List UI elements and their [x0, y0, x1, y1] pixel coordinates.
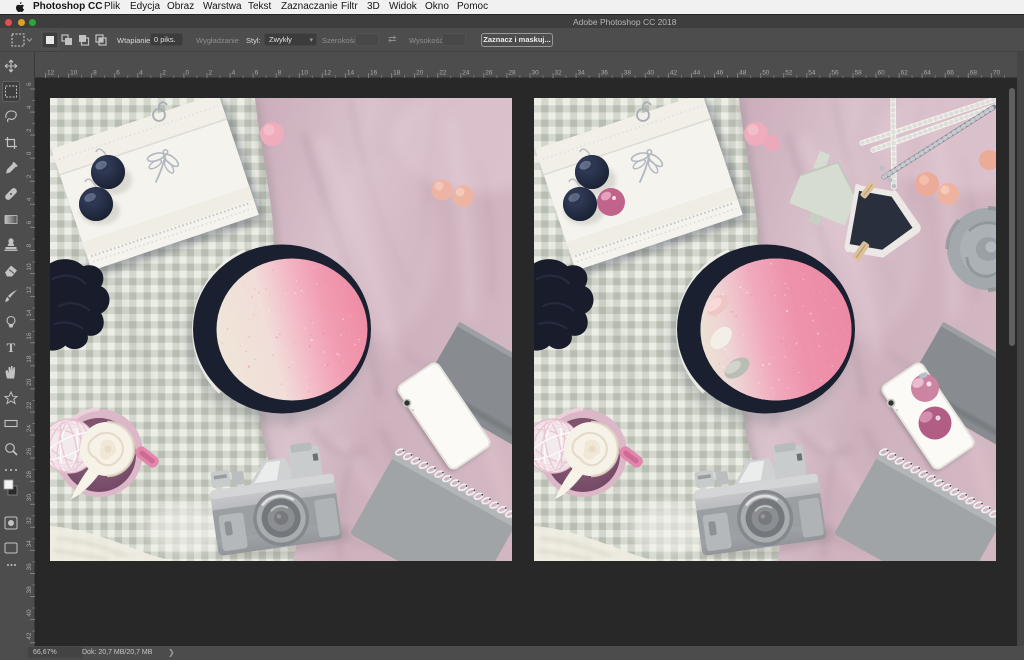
svg-text:18: 18 [393, 70, 401, 77]
svg-text:36: 36 [601, 70, 609, 77]
svg-text:10: 10 [301, 70, 309, 77]
svg-text:4: 4 [232, 70, 236, 77]
svg-text:2: 2 [209, 70, 213, 77]
svg-text:28: 28 [26, 471, 33, 479]
svg-text:42: 42 [670, 70, 678, 77]
svg-text:38: 38 [624, 70, 632, 77]
svg-text:12: 12 [26, 286, 33, 294]
svg-text:2: 2 [26, 174, 33, 178]
svg-text:42: 42 [26, 632, 33, 640]
svg-text:48: 48 [739, 70, 747, 77]
svg-text:22: 22 [439, 70, 447, 77]
svg-text:16: 16 [26, 332, 33, 340]
svg-text:30: 30 [532, 70, 540, 77]
svg-text:8: 8 [278, 70, 282, 77]
svg-text:4: 4 [139, 70, 143, 77]
svg-text:12: 12 [47, 70, 55, 77]
svg-text:2: 2 [26, 128, 33, 132]
svg-text:60: 60 [878, 70, 886, 77]
svg-text:40: 40 [647, 70, 655, 77]
svg-text:12: 12 [324, 70, 332, 77]
svg-text:52: 52 [785, 70, 793, 77]
svg-text:64: 64 [924, 70, 932, 77]
svg-text:30: 30 [26, 494, 33, 502]
svg-text:24: 24 [462, 70, 470, 77]
svg-text:20: 20 [416, 70, 424, 77]
svg-text:62: 62 [901, 70, 909, 77]
svg-text:10: 10 [70, 70, 78, 77]
svg-text:50: 50 [762, 70, 770, 77]
svg-text:6: 6 [116, 70, 120, 77]
svg-text:2: 2 [162, 70, 166, 77]
svg-text:14: 14 [26, 309, 33, 317]
svg-text:8: 8 [93, 70, 97, 77]
svg-text:T: T [7, 340, 16, 355]
svg-text:58: 58 [855, 70, 863, 77]
svg-text:26: 26 [26, 447, 33, 455]
svg-text:68: 68 [970, 70, 978, 77]
svg-text:32: 32 [26, 517, 33, 525]
svg-text:66: 66 [947, 70, 955, 77]
svg-text:32: 32 [555, 70, 563, 77]
svg-text:16: 16 [370, 70, 378, 77]
svg-text:22: 22 [26, 401, 33, 409]
svg-text:0: 0 [26, 151, 33, 155]
svg-text:0: 0 [185, 70, 189, 77]
svg-text:56: 56 [831, 70, 839, 77]
svg-text:24: 24 [26, 424, 33, 432]
svg-text:14: 14 [347, 70, 355, 77]
svg-text:40: 40 [26, 609, 33, 617]
svg-text:44: 44 [693, 70, 701, 77]
svg-text:26: 26 [485, 70, 493, 77]
svg-text:38: 38 [26, 586, 33, 594]
svg-text:36: 36 [26, 563, 33, 571]
svg-text:70: 70 [993, 70, 1001, 77]
svg-text:28: 28 [508, 70, 516, 77]
svg-text:4: 4 [26, 105, 33, 109]
svg-text:4: 4 [26, 197, 33, 201]
svg-text:8: 8 [26, 244, 33, 248]
svg-text:34: 34 [26, 540, 33, 548]
svg-text:6: 6 [255, 70, 259, 77]
svg-text:6: 6 [26, 220, 33, 224]
svg-text:18: 18 [26, 355, 33, 363]
svg-text:54: 54 [808, 70, 816, 77]
svg-text:10: 10 [26, 263, 33, 271]
svg-text:34: 34 [578, 70, 586, 77]
svg-text:20: 20 [26, 378, 33, 386]
svg-text:46: 46 [716, 70, 724, 77]
svg-text:6: 6 [26, 82, 33, 86]
